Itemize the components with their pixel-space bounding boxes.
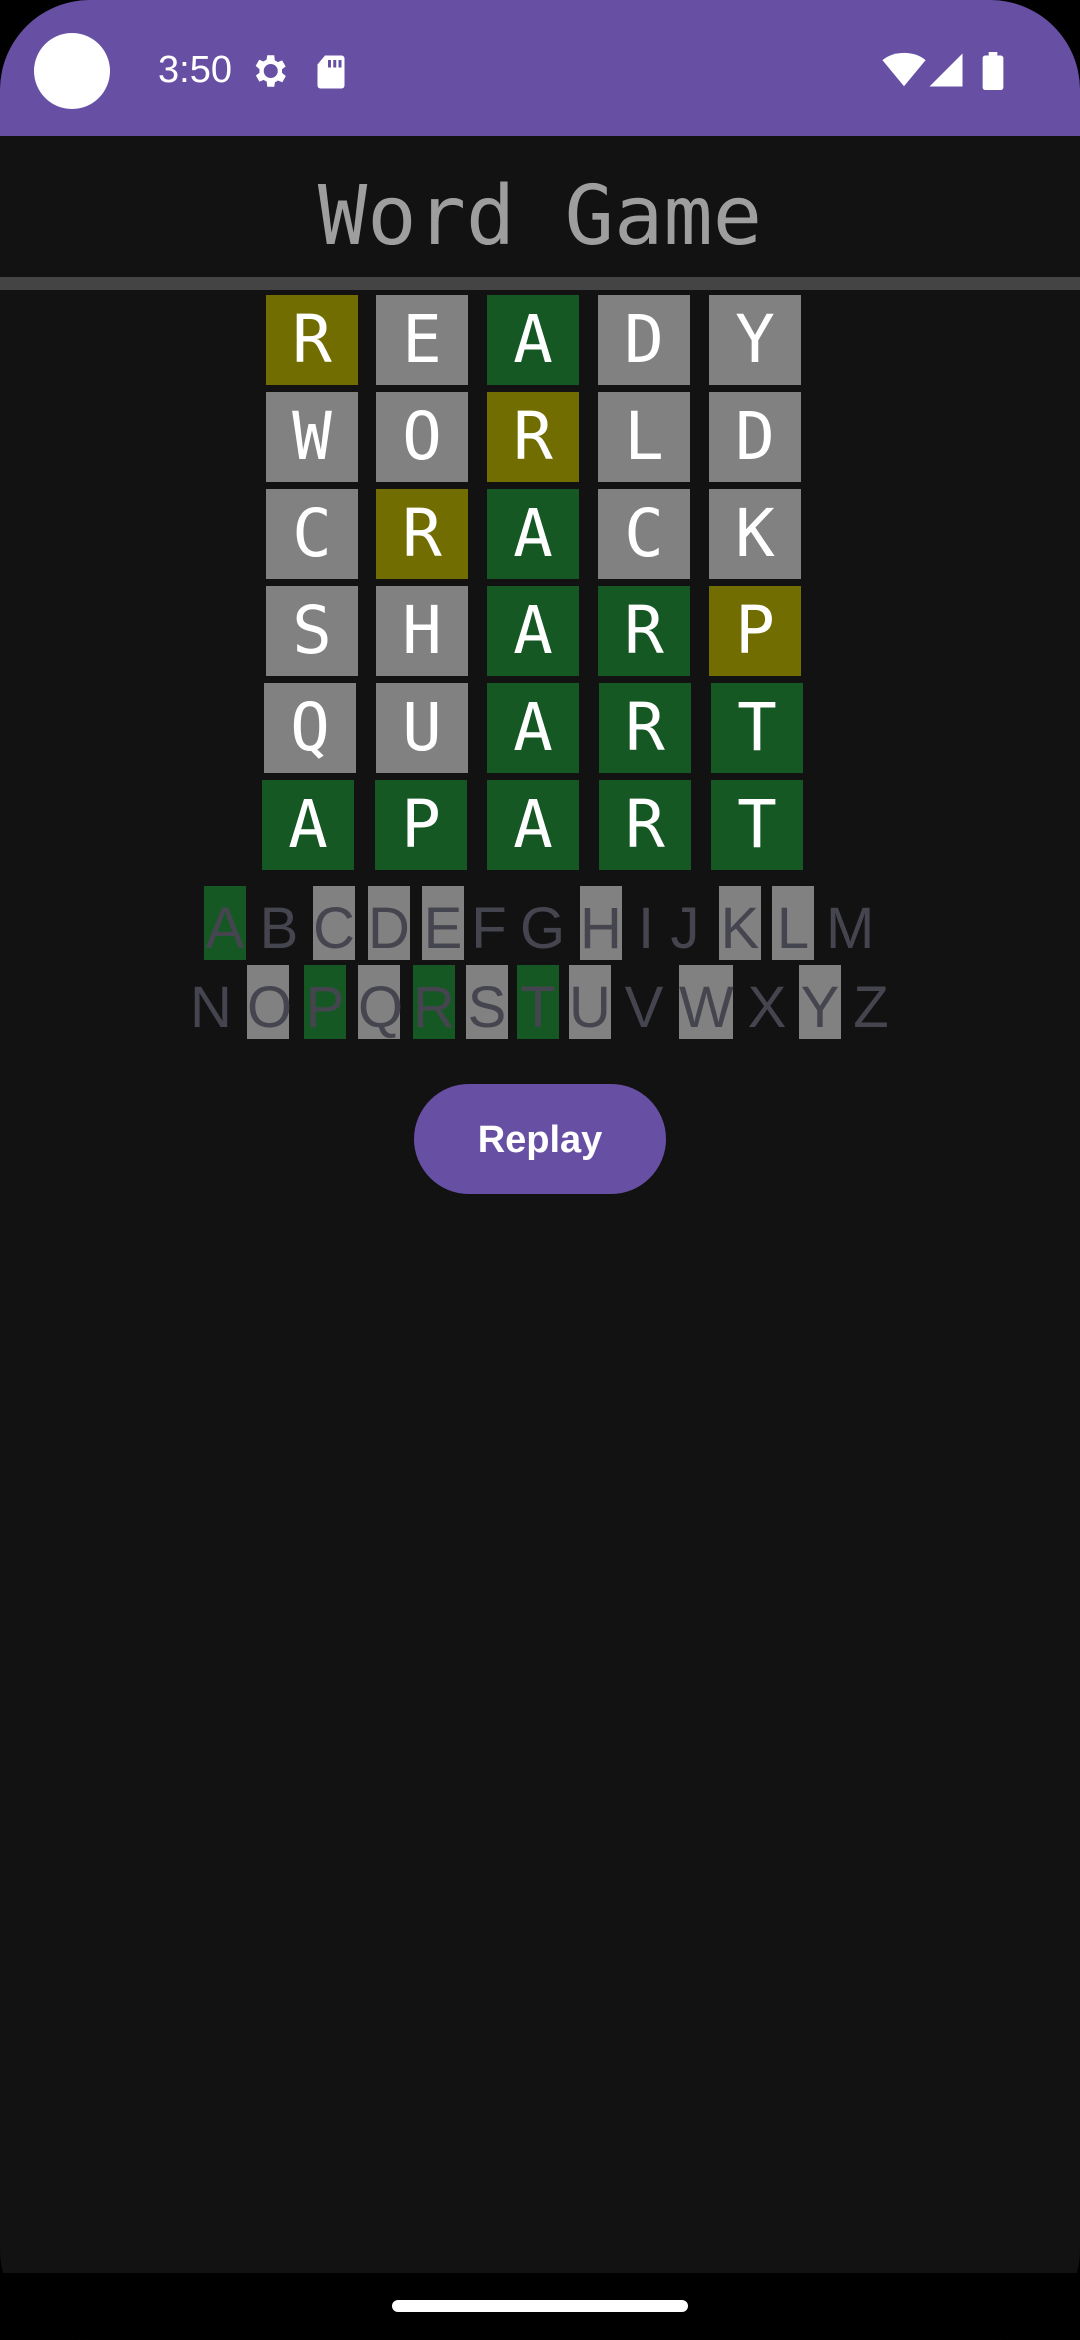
letter-tile: E <box>376 295 468 385</box>
letter-tile: R <box>599 780 691 870</box>
gear-icon <box>255 55 286 87</box>
status-time: 3:50 <box>158 49 232 91</box>
letter-tile: U <box>376 683 468 773</box>
keyboard-key[interactable]: R <box>413 965 455 1040</box>
keyboard-key[interactable]: T <box>517 965 559 1040</box>
letter-tile: L <box>598 392 690 482</box>
letter-tile: T <box>711 780 803 870</box>
letter-tile: A <box>487 780 579 870</box>
replay-button[interactable]: Replay <box>414 1084 666 1194</box>
status-bar: 3:50 <box>0 0 1080 136</box>
keyboard-key[interactable]: Z <box>850 965 892 1040</box>
keyboard-key[interactable]: W <box>679 965 734 1040</box>
guess-row: C R A C K <box>0 489 1080 579</box>
keyboard-key[interactable]: H <box>580 886 622 961</box>
letter-tile: H <box>376 586 468 676</box>
letter-tile: R <box>376 489 468 579</box>
keyboard-key[interactable]: A <box>204 886 246 961</box>
letter-tile: A <box>487 586 579 676</box>
keyboard-key[interactable]: C <box>313 886 355 961</box>
letter-tile: R <box>598 586 690 676</box>
letter-tile: R <box>487 392 579 482</box>
app-bar-divider <box>0 277 1080 290</box>
letter-tile: Y <box>709 295 801 385</box>
keyboard-key[interactable]: S <box>466 965 508 1040</box>
guess-row: S H A R P <box>0 586 1080 676</box>
letter-tile: P <box>709 586 801 676</box>
keyboard-key[interactable]: J <box>664 886 706 961</box>
letter-tile: S <box>266 586 358 676</box>
letter-tile: R <box>599 683 691 773</box>
letter-tile: K <box>709 489 801 579</box>
letter-tile: R <box>266 295 358 385</box>
keyboard-key[interactable]: V <box>623 965 665 1040</box>
keyboard-key[interactable]: X <box>746 965 788 1040</box>
letter-tile: D <box>709 392 801 482</box>
keyboard-key[interactable]: B <box>258 886 300 961</box>
letter-tile: A <box>262 780 354 870</box>
keyboard-row: A B C D E F G H I J K L M <box>0 886 1080 961</box>
keyboard-key[interactable]: I <box>625 886 667 961</box>
letter-tile: T <box>711 683 803 773</box>
letter-tile: P <box>375 780 467 870</box>
guess-row: Q U A R T <box>0 683 1080 773</box>
keyboard-key[interactable]: L <box>772 886 814 961</box>
letter-tile: Q <box>264 683 356 773</box>
letter-tile: A <box>487 683 579 773</box>
keyboard-key[interactable]: E <box>422 886 464 961</box>
keyboard-key[interactable]: D <box>368 886 410 961</box>
letter-tile: A <box>487 295 579 385</box>
keyboard-key[interactable]: P <box>304 965 346 1040</box>
keyboard-key[interactable]: U <box>569 965 611 1040</box>
letter-tile: D <box>598 295 690 385</box>
letter-tile: W <box>266 392 358 482</box>
guess-row: R E A D Y <box>0 295 1080 385</box>
letter-tile: O <box>376 392 468 482</box>
app-screen: 3:50 Word Game R E A D Y W O R L D C R A… <box>0 0 1080 2340</box>
letter-tile: A <box>487 489 579 579</box>
camera-cutout <box>34 33 110 109</box>
app-title: Word Game <box>317 169 763 264</box>
wifi-icon <box>882 52 926 87</box>
signal-icon <box>929 53 963 87</box>
battery-icon <box>982 52 1004 90</box>
keyboard-key[interactable]: Y <box>799 965 841 1040</box>
keyboard-key[interactable]: G <box>520 886 565 961</box>
letter-tile: C <box>266 489 358 579</box>
home-gesture-handle[interactable] <box>392 2300 688 2312</box>
sd-card-icon <box>317 55 345 89</box>
guess-row: A P A R T <box>0 780 1080 870</box>
keyboard-row: N O P Q R S T U V W X Y Z <box>0 965 1080 1040</box>
letter-tile: C <box>598 489 690 579</box>
keyboard-key[interactable]: M <box>826 886 874 961</box>
keyboard-key[interactable]: K <box>719 886 761 961</box>
keyboard-key[interactable]: O <box>247 965 292 1040</box>
guess-row: W O R L D <box>0 392 1080 482</box>
keyboard-key[interactable]: Q <box>358 965 403 1040</box>
keyboard-key[interactable]: N <box>190 965 232 1040</box>
keyboard-key[interactable]: F <box>468 886 510 961</box>
